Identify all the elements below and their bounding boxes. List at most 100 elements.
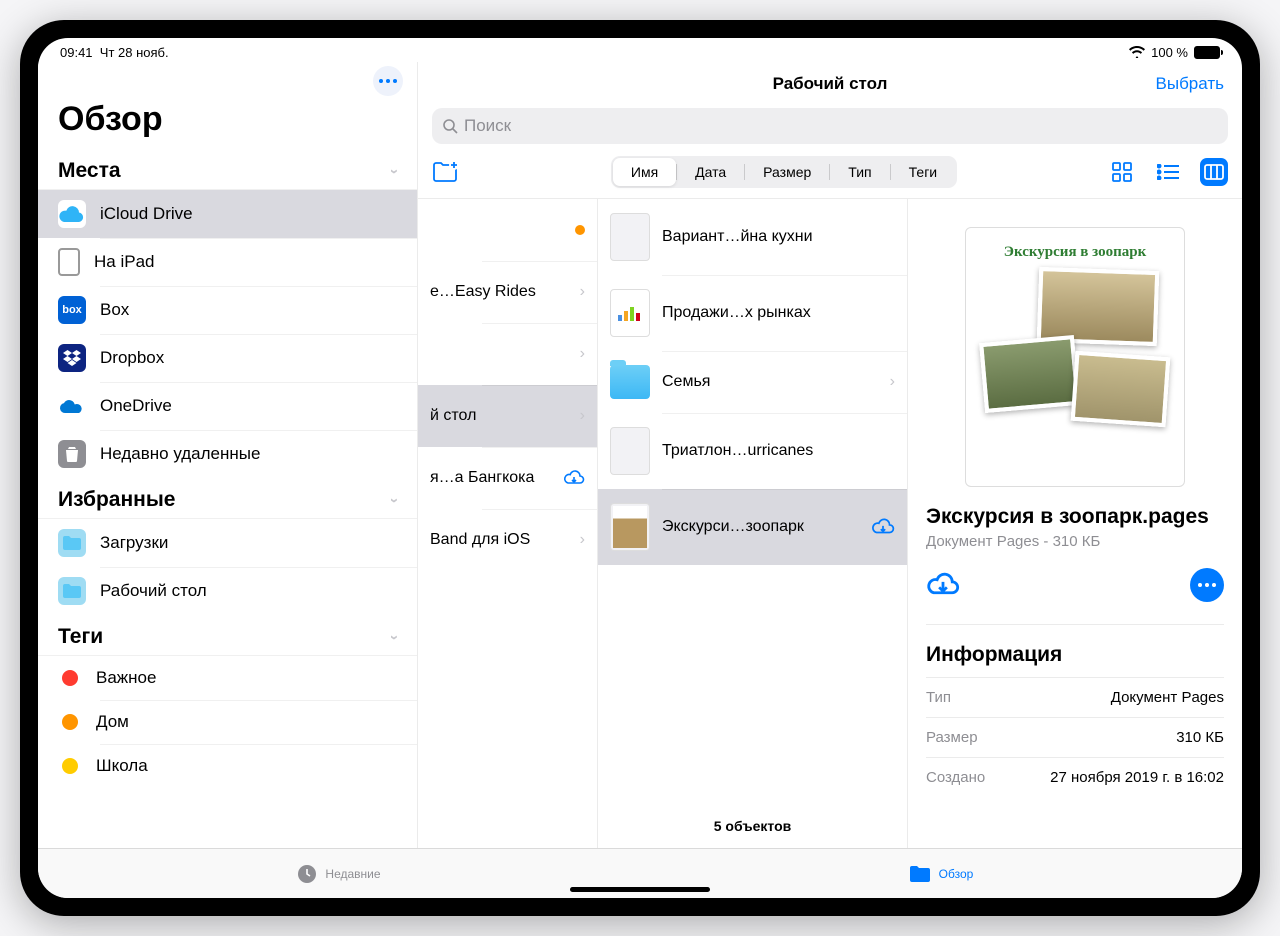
sidebar-item-label: Dropbox: [100, 348, 164, 368]
search-input[interactable]: Поиск: [432, 108, 1228, 144]
sort-segmented-control: Имя Дата Размер Тип Теги: [611, 156, 957, 188]
file-preview: Экскурсия в зоопарк: [965, 227, 1185, 487]
info-row: Размер310 КБ: [926, 717, 1224, 757]
list-item[interactable]: я…а Бангкока: [418, 447, 597, 509]
sidebar-item-icloud[interactable]: iCloud Drive: [38, 190, 417, 238]
detail-pane: Экскурсия в зоопарк Экскурсия в зоопарк.…: [908, 199, 1242, 848]
preview-photo: [1071, 351, 1171, 427]
section-tags-header[interactable]: Теги›: [38, 615, 417, 655]
search-icon: [442, 118, 458, 134]
list-item[interactable]: й стол›: [418, 385, 597, 447]
wifi-icon: [1129, 46, 1145, 58]
status-bar: 09:41 Чт 28 нояб. 100 %: [38, 38, 1242, 62]
list-item[interactable]: Продажи…х рынках: [598, 275, 907, 351]
chevron-right-icon: ›: [580, 345, 585, 363]
sidebar-item-label: Дом: [96, 712, 129, 732]
folder-icon: [909, 865, 931, 883]
sidebar-title: Обзор: [38, 96, 417, 149]
info-row: ТипДокумент Pages: [926, 677, 1224, 717]
sort-tags[interactable]: Теги: [891, 158, 955, 186]
sidebar-tag-home[interactable]: Дом: [38, 700, 417, 744]
sidebar-item-ipad[interactable]: На iPad: [38, 238, 417, 286]
tab-browse[interactable]: Обзор: [640, 849, 1242, 898]
tag-dot-icon: [58, 754, 82, 778]
pane-title: Рабочий стол: [773, 74, 888, 94]
trash-icon: [58, 440, 86, 468]
tab-recent[interactable]: Недавние: [38, 849, 640, 898]
battery-percent: 100 %: [1151, 45, 1188, 60]
sidebar-tag-school[interactable]: Школа: [38, 744, 417, 788]
dropbox-icon: [58, 344, 86, 372]
list-item[interactable]: e…Easy Rides›: [418, 261, 597, 323]
sidebar-more-button[interactable]: [373, 66, 403, 96]
sidebar-fav-desktop[interactable]: Рабочий стол: [38, 567, 417, 615]
chevron-down-icon: ›: [386, 635, 403, 640]
tag-dot-icon: [58, 710, 82, 734]
sort-date[interactable]: Дата: [677, 158, 744, 186]
info-row: Создано27 ноября 2019 г. в 16:02: [926, 757, 1224, 797]
chevron-right-icon: ›: [580, 407, 585, 425]
folder-icon: [58, 577, 86, 605]
list-item[interactable]: Band для iOS›: [418, 509, 597, 571]
list-item[interactable]: ›: [418, 323, 597, 385]
document-icon: [610, 503, 650, 551]
view-columns-icon[interactable]: [1200, 158, 1228, 186]
cloud-download-icon: [563, 469, 585, 487]
file-subtitle: Документ Pages - 310 КБ: [926, 533, 1224, 550]
document-icon: [610, 427, 650, 475]
column-1: e…Easy Rides› › й стол› я…а Бангкока Ban…: [418, 199, 598, 848]
sidebar-item-label: Школа: [96, 756, 148, 776]
section-favorites-header[interactable]: Избранные›: [38, 478, 417, 518]
chevron-right-icon: ›: [890, 373, 895, 391]
tag-dot-icon: [58, 666, 82, 690]
main-pane: Рабочий стол Выбрать Поиск Имя Дата Разм…: [418, 62, 1242, 848]
document-icon: [610, 289, 650, 337]
status-date: Чт 28 нояб.: [100, 45, 169, 60]
chevron-right-icon: ›: [580, 283, 585, 301]
sidebar-fav-downloads[interactable]: Загрузки: [38, 519, 417, 567]
download-button[interactable]: [926, 571, 960, 599]
icloud-icon: [58, 200, 86, 228]
preview-photo: [1037, 267, 1160, 346]
folder-icon: [610, 365, 650, 399]
sort-size[interactable]: Размер: [745, 158, 829, 186]
sidebar-item-label: На iPad: [94, 252, 154, 272]
home-indicator[interactable]: [570, 887, 710, 892]
sort-type[interactable]: Тип: [830, 158, 889, 186]
cloud-download-icon: [871, 517, 895, 537]
list-item[interactable]: Триатлон…urricanes: [598, 413, 907, 489]
sidebar: Обзор Места› iCloud Drive На iPad box Bo…: [38, 62, 418, 848]
section-places-header[interactable]: Места›: [38, 149, 417, 189]
sidebar-item-trash[interactable]: Недавно удаленные: [38, 430, 417, 478]
ipad-icon: [58, 248, 80, 276]
sidebar-item-label: Box: [100, 300, 129, 320]
view-list-icon[interactable]: [1154, 158, 1182, 186]
new-folder-button[interactable]: [432, 161, 460, 183]
sidebar-item-label: OneDrive: [100, 396, 172, 416]
sidebar-item-label: Важное: [96, 668, 156, 688]
document-icon: [610, 213, 650, 261]
list-item[interactable]: Экскурси…зоопарк: [598, 489, 907, 565]
sidebar-tag-important[interactable]: Важное: [38, 656, 417, 700]
battery-icon: [1194, 46, 1220, 59]
info-heading: Информация: [926, 625, 1224, 677]
item-count: 5 объектов: [598, 804, 907, 848]
sidebar-item-box[interactable]: box Box: [38, 286, 417, 334]
onedrive-icon: [58, 392, 86, 420]
select-button[interactable]: Выбрать: [1156, 74, 1224, 94]
sort-name[interactable]: Имя: [613, 158, 676, 186]
sidebar-item-label: Недавно удаленные: [100, 444, 260, 464]
chevron-down-icon: ›: [386, 169, 403, 174]
list-item[interactable]: [418, 199, 597, 261]
status-time: 09:41: [60, 45, 93, 60]
view-grid-icon[interactable]: [1108, 158, 1136, 186]
list-item[interactable]: Вариант…йна кухни: [598, 199, 907, 275]
sidebar-item-label: Рабочий стол: [100, 581, 207, 601]
chevron-down-icon: ›: [386, 498, 403, 503]
file-name: Экскурсия в зоопарк.pages: [926, 505, 1224, 529]
list-item[interactable]: Семья›: [598, 351, 907, 413]
more-actions-button[interactable]: [1190, 568, 1224, 602]
sidebar-item-dropbox[interactable]: Dropbox: [38, 334, 417, 382]
sidebar-item-onedrive[interactable]: OneDrive: [38, 382, 417, 430]
folder-icon: [58, 529, 86, 557]
